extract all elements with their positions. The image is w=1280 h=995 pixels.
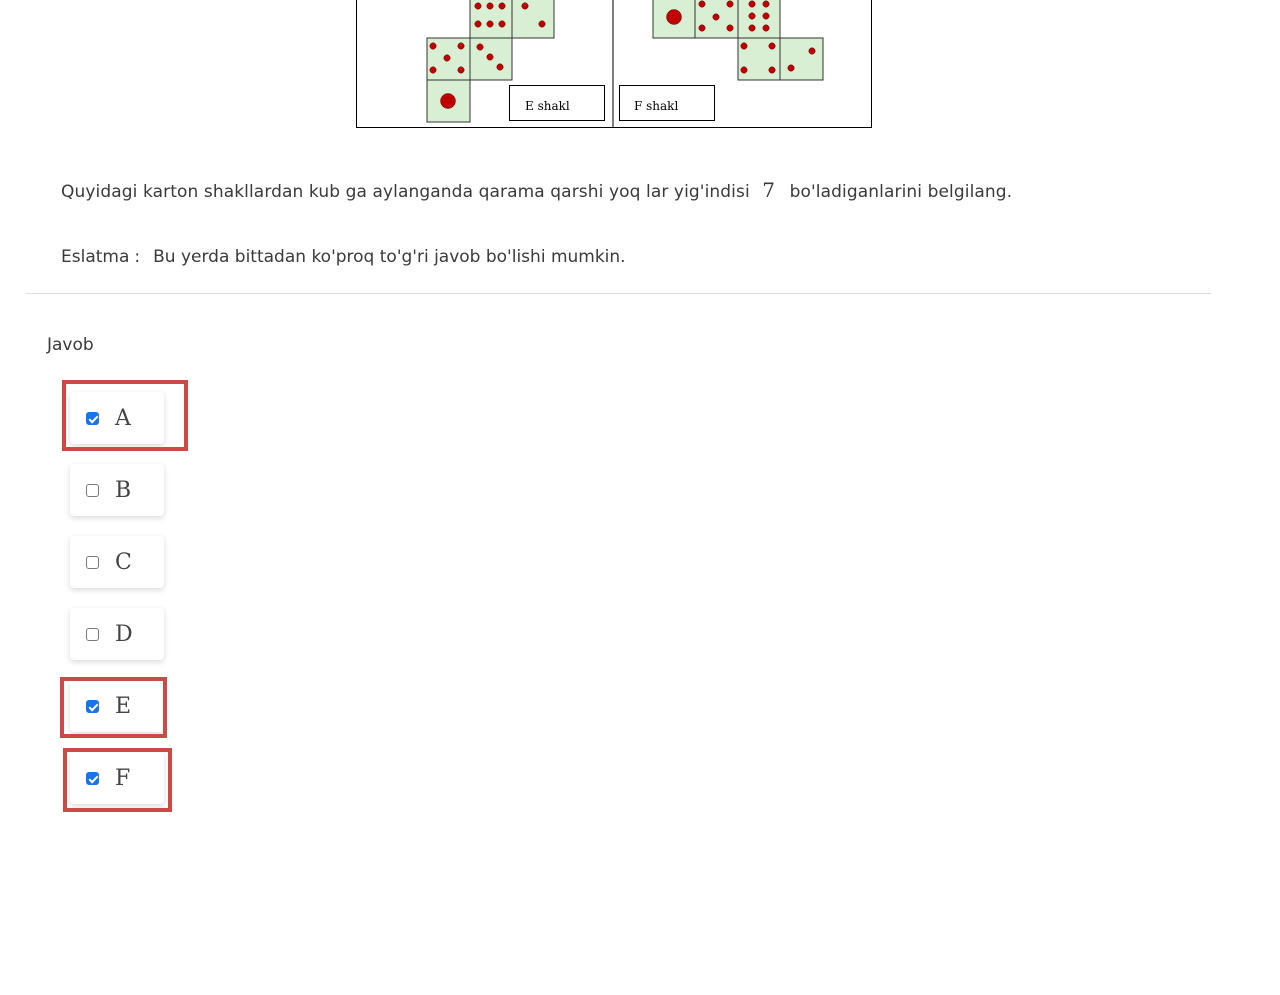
- note-label: Eslatma: [61, 247, 130, 267]
- option-a-label: A: [115, 405, 131, 431]
- option-b-checkbox[interactable]: [86, 483, 99, 497]
- option-d-label: D: [115, 621, 133, 647]
- option-b[interactable]: B: [70, 464, 164, 516]
- question-number: 7: [762, 178, 776, 202]
- note: Eslatma: Bu yerda bittadan ko'proq to'g'r…: [61, 247, 626, 267]
- option-c[interactable]: C: [70, 536, 164, 588]
- option-e-checkbox[interactable]: [86, 699, 99, 713]
- divider: [26, 293, 1211, 294]
- note-text: Bu yerda bittadan ko'proq to'g'ri javob …: [153, 247, 626, 267]
- answer-label: Javob: [47, 335, 94, 355]
- e-shakl-label: E shakl: [525, 99, 570, 113]
- option-d[interactable]: D: [70, 608, 164, 660]
- option-c-checkbox[interactable]: [86, 555, 99, 569]
- f-shakl-label: F shakl: [634, 99, 678, 113]
- dice-net-figure: E shakl F shakl: [356, 0, 872, 128]
- option-a-checkbox[interactable]: [86, 411, 99, 425]
- option-d-checkbox[interactable]: [86, 627, 99, 641]
- option-e[interactable]: E: [70, 680, 164, 732]
- option-c-label: C: [115, 549, 132, 575]
- option-f-checkbox[interactable]: [86, 771, 99, 785]
- option-a[interactable]: A: [70, 392, 164, 444]
- option-b-label: B: [115, 477, 132, 503]
- option-f[interactable]: F: [70, 752, 164, 804]
- note-colon: :: [134, 247, 141, 267]
- question-text-after: bo'ladiganlarini belgilang.: [789, 182, 1013, 202]
- question-text: Quyidagi karton shakllardan kub ga aylan…: [61, 178, 1012, 202]
- option-e-label: E: [115, 693, 132, 719]
- question-text-before: Quyidagi karton shakllardan kub ga aylan…: [61, 182, 750, 202]
- option-f-label: F: [115, 765, 131, 791]
